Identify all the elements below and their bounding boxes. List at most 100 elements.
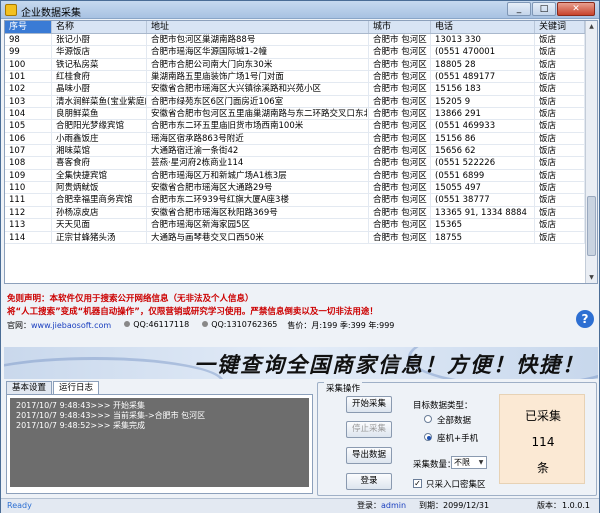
table-row[interactable]: 111 合肥幸福里商务宾馆 合肥市东二环939号红旗大厦A座3楼 合肥市 包河区 (05…	[5, 194, 597, 207]
export-data-button[interactable]: 导出数据	[346, 447, 392, 464]
table-row[interactable]: 109 全集快捷宾馆 合肥市瑶海区万和新城广场A1栋3层 合肥市 包河区 (0551 6…	[5, 169, 597, 183]
cell-index: 100	[5, 58, 52, 71]
table-row[interactable]: 105 合肥阳光梦缘宾馆 合肥市东二环五里庙旧货市场西南100米 合肥市 包河区 (05…	[5, 120, 597, 133]
table-header: 序号 名称 地址 城市 电话 关键词	[5, 21, 597, 34]
cell-address: 合肥市瑶海区华源国际城1-2幢	[147, 46, 369, 58]
cell-address: 大通路宿迁渝一条街42	[147, 145, 369, 157]
cell-address: 合肥市东二环939号红旗大厦A座3楼	[147, 194, 369, 206]
status-ready: Ready	[7, 501, 32, 510]
table-row[interactable]: 108 喜客食府 芸燕·星河府2栋商业114 合肥市 包河区 (0551 522226 饭…	[5, 157, 597, 170]
scroll-thumb[interactable]	[587, 196, 596, 256]
cell-keyword: 饭店	[535, 194, 585, 206]
header-keyword[interactable]: 关键词	[535, 21, 585, 33]
cell-keyword: 饭店	[535, 95, 585, 108]
table-row[interactable]: 102 晶味小厨 安徽省合肥市瑶海区大兴镇徐溪路和兴苑小区 合肥市 包河区 15156 …	[5, 83, 597, 96]
qq-contact-2[interactable]: QQ:1310762365	[211, 320, 277, 329]
cell-city: 合肥市 包河区	[369, 206, 431, 219]
counter-unit: 条	[536, 461, 549, 475]
close-button[interactable]: ✕	[557, 2, 595, 16]
table-row[interactable]: 114 正宗甘蜂猪头汤 大通路与画琴巷交叉口西50米 合肥市 包河区 18755 饭店	[5, 231, 597, 244]
cell-city: 合肥市 包河区	[369, 108, 431, 120]
cell-phone: 15656 62	[431, 145, 535, 157]
tab-strip: 基本设置 运行日志	[6, 381, 100, 394]
cell-phone: (0551 38777	[431, 194, 535, 206]
cell-city: 合肥市 包河区	[369, 182, 431, 194]
app-icon	[5, 4, 17, 16]
login-button[interactable]: 登录	[346, 473, 392, 490]
cell-name: 合肥阳光梦缘宾馆	[52, 120, 147, 132]
header-address[interactable]: 地址	[147, 21, 369, 33]
vertical-scrollbar[interactable]: ▲ ▼	[585, 21, 597, 283]
cell-phone: (0551 470001	[431, 46, 535, 58]
cell-phone: (0551 6899	[431, 169, 535, 182]
chevron-down-icon: ▼	[478, 459, 484, 466]
table-row[interactable]: 98 张记小厨 合肥市包河区巢湖南路88号 合肥市 包河区 13013 330 饭店	[5, 34, 597, 47]
radio-all-data-label[interactable]: 全部数据	[437, 414, 471, 426]
cell-keyword: 饭店	[535, 182, 585, 194]
info-banner: 免则声明：本软件仅用于搜索公开网络信息（无非法及个人信息） 将“人工搜索”变成“…	[4, 288, 598, 348]
maximize-button[interactable]: □	[532, 2, 556, 16]
app-window: 企业数据采集 _ □ ✕ 序号 名称 地址 城市 电话 关键词 98 张记小厨 合肥…	[0, 0, 600, 513]
tab-basic-settings[interactable]: 基本设置	[6, 381, 53, 394]
cell-keyword: 饭店	[535, 120, 585, 132]
cell-name: 红桂食府	[52, 71, 147, 83]
cell-index: 104	[5, 108, 52, 120]
radio-all-data[interactable]	[424, 415, 432, 423]
table-row[interactable]: 99 华源饭店 合肥市瑶海区华源国际城1-2幢 合肥市 包河区 (0551 470001…	[5, 46, 597, 59]
cell-index: 99	[5, 46, 52, 58]
header-index[interactable]: 序号	[5, 21, 52, 33]
scroll-down-icon[interactable]: ▼	[587, 273, 596, 282]
only-dense-label[interactable]: 只采入口密集区	[426, 478, 486, 490]
log-output: 2017/10/7 9:48:43>>> 开始采集 2017/10/7 9:48…	[10, 398, 309, 487]
cell-name: 阿贵炳鱿饭	[52, 182, 147, 194]
only-dense-checkbox[interactable]: ✓	[413, 479, 422, 488]
results-table[interactable]: 序号 名称 地址 城市 电话 关键词 98 张记小厨 合肥市包河区巢湖南路88号 合肥…	[4, 20, 598, 284]
login-user: admin	[381, 501, 407, 510]
login-user-label: 登录：	[357, 501, 381, 510]
stop-collect-button[interactable]: 停止采集	[346, 421, 392, 438]
help-icon[interactable]: ?	[576, 310, 594, 328]
cell-keyword: 饭店	[535, 219, 585, 231]
cell-keyword: 饭店	[535, 34, 585, 46]
table-row[interactable]: 101 红桂食府 巢湖南路五里庙装饰广场1号门对面 合肥市 包河区 (0551 4891…	[5, 71, 597, 84]
table-row[interactable]: 106 小雨鑫饭庄 瑶海区宿承路863号附近 合肥市 包河区 15156 86 饭店	[5, 132, 597, 146]
cell-city: 合肥市 包河区	[369, 219, 431, 231]
price-text: 售价：月:199 季:399 年:999	[287, 321, 395, 330]
disclaimer-line-2: 将“人工搜索”变成“机器自动操作”，仅限营销或研究学习使用。严禁信息倒卖以及一切…	[7, 307, 378, 317]
cell-phone: 15055 497	[431, 182, 535, 194]
tab-run-log[interactable]: 运行日志	[53, 381, 100, 394]
website-link[interactable]: www.jiebaosoft.com	[31, 321, 111, 330]
table-row[interactable]: 113 天天见面 合肥市瑶海区新海家园5区 合肥市 包河区 15365 饭店	[5, 219, 597, 232]
table-row[interactable]: 104 良朋鲜菜鱼 安徽省合肥市包河区五里庙巢湖南路与东二环路交叉口东北4... 合肥…	[5, 108, 597, 121]
scroll-up-icon[interactable]: ▲	[587, 22, 596, 31]
minimize-button[interactable]: _	[507, 2, 531, 16]
cell-keyword: 饭店	[535, 206, 585, 219]
table-row[interactable]: 100 铁记私房菜 合肥市合肥公司南大门向东30米 合肥市 包河区 18805 28 饭店	[5, 58, 597, 72]
cell-city: 合肥市 包河区	[369, 71, 431, 83]
table-row[interactable]: 112 孙杨凉皮店 安徽省合肥市瑶海区秋阳路369号 合肥市 包河区 13365 91,…	[5, 206, 597, 220]
table-row[interactable]: 107 湘味菜馆 大通路宿迁渝一条街42 合肥市 包河区 15656 62 饭店	[5, 145, 597, 158]
cell-name: 正宗甘蜂猪头汤	[52, 231, 147, 243]
status-bar: Ready 登录： admin 到期： 2099/12/31 版本： 1.0.0…	[1, 498, 599, 513]
cell-address: 合肥市包河区巢湖南路88号	[147, 34, 369, 46]
version-label: 版本：	[537, 501, 561, 510]
cell-phone: 13866 291	[431, 108, 535, 120]
cell-address: 合肥市瑶海区新海家园5区	[147, 219, 369, 231]
count-select[interactable]: 不限 ▼	[451, 456, 487, 469]
radio-landline-mobile-label[interactable]: 座机+手机	[437, 432, 478, 444]
cell-name: 张记小厨	[52, 34, 147, 46]
cell-name: 良朋鲜菜鱼	[52, 108, 147, 120]
table-row[interactable]: 103 清水涧鲜菜鱼(宝业紫庭店) 合肥市绿苑东区6区门面房近106室 合肥市 包河区…	[5, 95, 597, 109]
header-name[interactable]: 名称	[52, 21, 147, 33]
window-title: 企业数据采集	[21, 8, 81, 19]
cell-city: 合肥市 包河区	[369, 169, 431, 182]
cell-address: 巢湖南路五里庙装饰广场1号门对面	[147, 71, 369, 83]
header-phone[interactable]: 电话	[431, 21, 535, 33]
cell-name: 合肥幸福里商务宾馆	[52, 194, 147, 206]
start-collect-button[interactable]: 开始采集	[346, 396, 392, 413]
cell-name: 晶味小厨	[52, 83, 147, 95]
table-row[interactable]: 110 阿贵炳鱿饭 安徽省合肥市瑶海区大通路29号 合肥市 包河区 15055 497 饭…	[5, 182, 597, 195]
qq-contact-1[interactable]: QQ:46117118	[133, 320, 189, 329]
header-city[interactable]: 城市	[369, 21, 431, 33]
radio-landline-mobile[interactable]	[424, 433, 432, 441]
